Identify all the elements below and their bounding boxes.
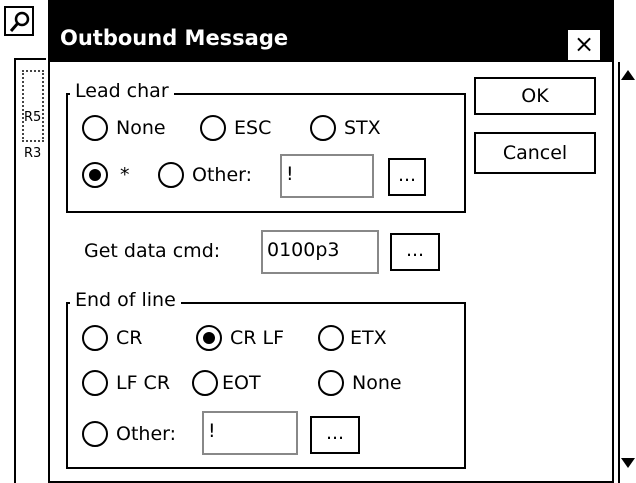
scroll-down-arrow-icon[interactable] (620, 452, 636, 472)
get-data-cmd-input[interactable]: 0100p3 (261, 230, 379, 274)
lead-char-radio-asterisk[interactable] (82, 162, 108, 188)
eol-radio-crlf[interactable] (196, 325, 222, 351)
lead-char-radio-other[interactable] (158, 162, 184, 188)
lead-char-legend: Lead char (70, 80, 174, 102)
vertical-scrollbar[interactable] (618, 62, 636, 483)
eol-label-etx: ETX (350, 327, 387, 349)
eol-label-crlf: CR LF (230, 327, 285, 349)
ok-button[interactable]: OK (474, 77, 596, 115)
get-data-cmd-label: Get data cmd: (84, 240, 221, 262)
lead-char-label-none: None (116, 117, 166, 139)
lead-char-label-stx: STX (344, 117, 381, 139)
eol-radio-cr[interactable] (82, 325, 108, 351)
get-data-cmd-browse-button[interactable]: ... (390, 233, 440, 271)
scroll-up-arrow-icon[interactable] (620, 66, 636, 86)
eol-label-eot: EOT (222, 372, 261, 394)
dialog-title: Outbound Message (60, 26, 289, 50)
lead-char-radio-esc[interactable] (200, 115, 226, 141)
eol-label-lfcr: LF CR (116, 372, 171, 394)
lead-char-radio-none[interactable] (82, 115, 108, 141)
lead-char-label-esc: ESC (234, 117, 272, 139)
eol-browse-button[interactable]: ... (310, 416, 360, 454)
eol-radio-none[interactable] (318, 370, 344, 396)
search-icon[interactable] (4, 6, 34, 36)
lead-char-other-input[interactable]: ! (280, 154, 374, 198)
eol-radio-lfcr[interactable] (82, 370, 108, 396)
lead-char-label-asterisk: * (120, 164, 130, 186)
lead-char-label-other: Other: (192, 164, 253, 186)
cancel-button[interactable]: Cancel (474, 132, 596, 174)
eol-radio-etx[interactable] (318, 325, 344, 351)
eol-radio-eot[interactable] (192, 370, 218, 396)
end-of-line-legend: End of line (70, 289, 181, 311)
eol-label-cr: CR (116, 327, 143, 349)
background-list-item-label: R3 (24, 146, 42, 161)
lead-char-radio-stx[interactable] (310, 115, 336, 141)
background-list-item-label: R5 (24, 110, 42, 125)
eol-other-input[interactable]: ! (202, 411, 298, 455)
eol-label-other: Other: (116, 423, 177, 445)
close-button[interactable]: × (566, 28, 602, 62)
eol-label-none: None (352, 372, 402, 394)
background-list-item-selected[interactable] (22, 70, 44, 142)
eol-radio-other[interactable] (82, 421, 108, 447)
lead-char-browse-button[interactable]: ... (388, 158, 426, 196)
